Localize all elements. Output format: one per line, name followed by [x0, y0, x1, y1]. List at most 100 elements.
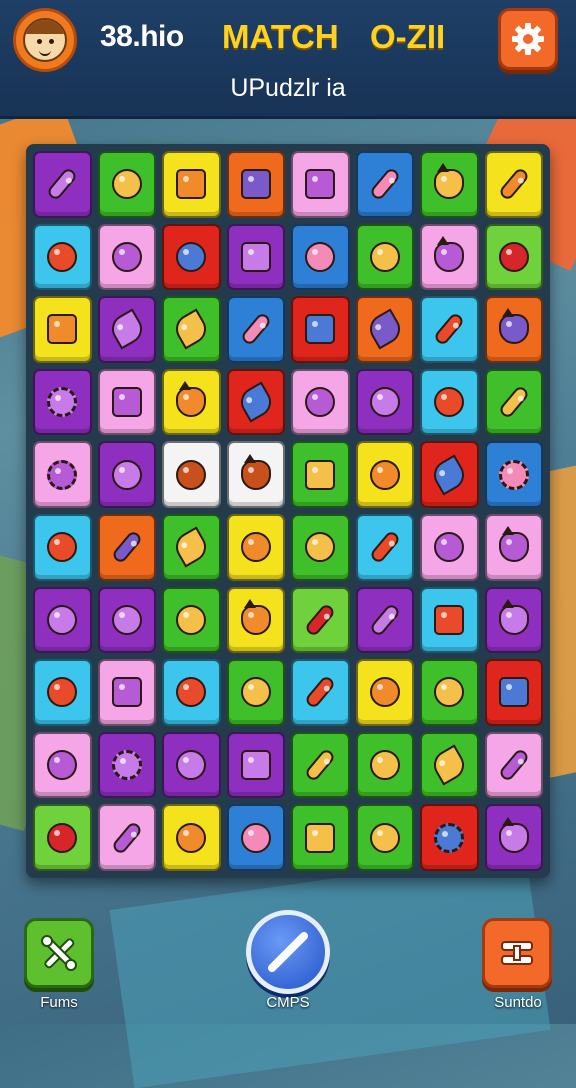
game-tile[interactable]: [33, 368, 92, 436]
game-tile[interactable]: [226, 151, 285, 218]
game-tile[interactable]: [97, 441, 156, 508]
game-tile[interactable]: [33, 586, 92, 654]
center-action-button[interactable]: [246, 910, 330, 994]
orange-icon: [434, 387, 465, 418]
game-tile[interactable]: [291, 151, 350, 218]
game-tile[interactable]: [33, 223, 92, 291]
game-tile[interactable]: [355, 441, 414, 508]
bone-icon: [303, 674, 337, 710]
mushroom-icon: [47, 604, 78, 635]
game-tile[interactable]: [484, 223, 543, 291]
game-tile[interactable]: [291, 296, 350, 363]
game-tile[interactable]: [97, 586, 156, 654]
settings-button[interactable]: [498, 8, 558, 70]
game-tile[interactable]: [484, 151, 543, 218]
game-tile[interactable]: [162, 296, 221, 363]
game-tile[interactable]: [97, 296, 156, 363]
game-title-suffix: O-ZII: [370, 18, 446, 55]
game-tile[interactable]: [33, 659, 92, 726]
game-tile[interactable]: [162, 441, 221, 508]
game-tile[interactable]: [484, 296, 543, 363]
game-tile[interactable]: [97, 659, 156, 726]
game-tile[interactable]: [97, 731, 156, 799]
game-tile[interactable]: [291, 804, 350, 871]
right-action-button[interactable]: [482, 918, 552, 988]
game-tile[interactable]: [484, 731, 543, 799]
game-tile[interactable]: [355, 731, 414, 799]
game-tile[interactable]: [291, 731, 350, 799]
game-tile[interactable]: [33, 441, 92, 508]
game-tile[interactable]: [97, 223, 156, 291]
game-tile[interactable]: [162, 659, 221, 726]
game-tile[interactable]: [97, 804, 156, 871]
tube-icon: [110, 820, 144, 856]
game-tile[interactable]: [33, 296, 92, 363]
game-tile[interactable]: [226, 659, 285, 726]
game-tile[interactable]: [484, 586, 543, 654]
game-tile[interactable]: [420, 223, 479, 291]
game-tile[interactable]: [162, 223, 221, 291]
game-tile[interactable]: [97, 368, 156, 436]
game-tile[interactable]: [420, 804, 479, 871]
game-tile[interactable]: [484, 368, 543, 436]
left-action-button[interactable]: [24, 918, 94, 988]
stick-icon: [45, 166, 79, 202]
game-tile[interactable]: [291, 368, 350, 436]
game-tile[interactable]: [97, 513, 156, 581]
game-tile[interactable]: [33, 513, 92, 581]
game-tile[interactable]: [291, 223, 350, 291]
game-tile[interactable]: [291, 586, 350, 654]
game-tile[interactable]: [420, 586, 479, 654]
game-tile[interactable]: [420, 513, 479, 581]
top-bar: 38.hio MATCH O-ZII UPudzlr ia: [0, 0, 576, 119]
game-tile[interactable]: [291, 513, 350, 581]
game-tile[interactable]: [355, 586, 414, 654]
game-tile[interactable]: [420, 441, 479, 508]
game-tile[interactable]: [162, 368, 221, 436]
game-tile[interactable]: [291, 659, 350, 726]
game-tile[interactable]: [420, 151, 479, 218]
game-tile[interactable]: [162, 586, 221, 654]
game-tile[interactable]: [355, 513, 414, 581]
game-tile[interactable]: [291, 441, 350, 508]
game-tile[interactable]: [162, 804, 221, 871]
player-avatar[interactable]: [13, 8, 77, 72]
game-tile[interactable]: [484, 441, 543, 508]
orange-icon: [434, 677, 465, 708]
game-tile[interactable]: [420, 659, 479, 726]
game-tile[interactable]: [226, 731, 285, 799]
crayon-icon: [368, 166, 402, 202]
game-tile[interactable]: [226, 368, 285, 436]
game-tile[interactable]: [33, 804, 92, 871]
game-tile[interactable]: [97, 151, 156, 218]
game-tile[interactable]: [226, 586, 285, 654]
game-tile[interactable]: [420, 296, 479, 363]
leaf-icon: [235, 381, 277, 423]
stick-icon: [110, 529, 144, 565]
game-tile[interactable]: [162, 731, 221, 799]
game-tile[interactable]: [226, 296, 285, 363]
game-tile[interactable]: [420, 368, 479, 436]
game-tile[interactable]: [33, 151, 92, 218]
leaf-icon: [170, 526, 212, 568]
game-tile[interactable]: [226, 223, 285, 291]
game-tile[interactable]: [355, 223, 414, 291]
slash-icon: [268, 932, 308, 972]
game-tile[interactable]: [355, 368, 414, 436]
game-tile[interactable]: [420, 731, 479, 799]
game-tile[interactable]: [484, 804, 543, 871]
game-tile[interactable]: [355, 659, 414, 726]
game-tile[interactable]: [355, 151, 414, 218]
game-tile[interactable]: [226, 513, 285, 581]
game-tile[interactable]: [484, 659, 543, 726]
game-tile[interactable]: [162, 151, 221, 218]
game-tile[interactable]: [33, 731, 92, 799]
game-tile[interactable]: [484, 513, 543, 581]
game-tile[interactable]: [226, 804, 285, 871]
book-icon: [305, 459, 336, 490]
game-tile[interactable]: [162, 513, 221, 581]
game-tile[interactable]: [355, 804, 414, 871]
game-tile[interactable]: [226, 441, 285, 508]
leaf-icon: [428, 744, 470, 786]
game-tile[interactable]: [355, 296, 414, 363]
